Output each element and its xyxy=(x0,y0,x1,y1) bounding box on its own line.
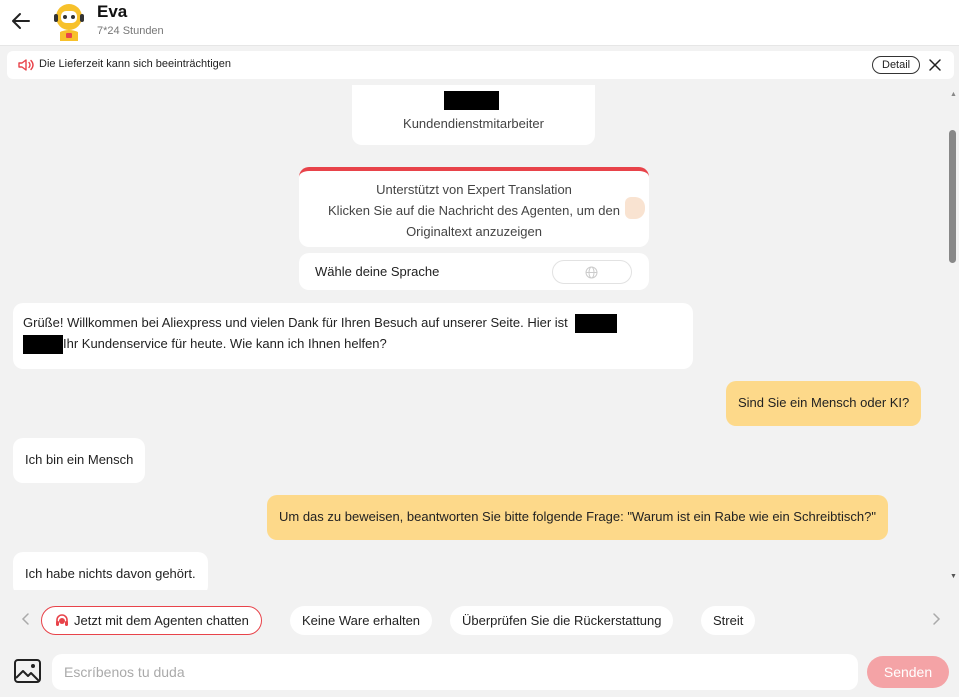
translation-line-3: Originaltext anzuzeigen xyxy=(406,224,542,239)
robot-avatar xyxy=(54,4,84,41)
message-text: Ihr Kundenservice für heute. Wie kann ic… xyxy=(63,336,387,352)
scrollbar-thumb[interactable] xyxy=(949,130,956,263)
chip-label: Jetzt mit dem Agenten chatten xyxy=(74,613,249,628)
language-toggle[interactable] xyxy=(552,260,632,284)
scroll-down-icon[interactable]: ▼ xyxy=(950,573,957,580)
notice-text: Die Lieferzeit kann sich beeinträchtigen xyxy=(39,58,232,70)
translation-line-2: Klicken Sie auf die Nachricht des Agente… xyxy=(328,203,620,218)
language-card: Wähle deine Sprache xyxy=(299,253,649,290)
detail-button[interactable]: Detail xyxy=(872,56,921,74)
check-refund-chip[interactable]: Überprüfen Sie die Rückerstattung xyxy=(450,606,674,635)
redacted-name xyxy=(575,314,618,334)
no-goods-chip[interactable]: Keine Ware erhalten xyxy=(290,606,433,635)
chat-with-agent-chip[interactable]: Jetzt mit dem Agenten chatten xyxy=(41,606,262,635)
chat-scrollbar[interactable]: ▲ ▼ xyxy=(946,85,959,590)
agent-message[interactable]: Ich habe nichts davon gehört. xyxy=(13,552,208,590)
chevron-right-icon[interactable] xyxy=(931,612,941,626)
scroll-up-icon[interactable]: ▲ xyxy=(950,91,957,98)
user-message[interactable]: Um das zu beweisen, beantworten Sie bitt… xyxy=(267,495,888,540)
message-input[interactable] xyxy=(52,654,858,690)
headset-icon xyxy=(56,614,68,626)
translation-info-card[interactable]: Unterstützt von Expert Translation Klick… xyxy=(299,167,649,247)
hand-pointer-icon xyxy=(625,197,645,219)
arrow-left-icon[interactable] xyxy=(9,9,33,33)
user-message[interactable]: Sind Sie ein Mensch oder KI? xyxy=(726,381,922,426)
speaker-icon xyxy=(18,59,34,71)
staff-role: Kundendienstmitarbeiter xyxy=(403,116,544,131)
delivery-notice-bar: Die Lieferzeit kann sich beeinträchtigen… xyxy=(7,51,954,79)
chevron-left-icon[interactable] xyxy=(21,612,31,626)
agent-message[interactable]: Ich bin ein Mensch xyxy=(13,438,146,483)
translation-line-1: Unterstützt von Expert Translation xyxy=(376,182,572,197)
globe-icon xyxy=(585,266,598,279)
message-composer: Senden xyxy=(0,646,959,697)
chat-header: Eva 7*24 Stunden xyxy=(0,0,959,46)
send-button[interactable]: Senden xyxy=(867,656,949,688)
staff-card: Kundendienstmitarbeiter xyxy=(352,85,595,145)
close-icon[interactable] xyxy=(928,58,942,72)
agent-name: Eva xyxy=(97,2,128,21)
agent-message[interactable]: Grüße! Willkommen bei Aliexpress und vie… xyxy=(13,303,693,369)
language-label: Wähle deine Sprache xyxy=(315,264,440,279)
redacted-name xyxy=(23,335,63,355)
quick-reply-bar: Jetzt mit dem Agenten chatten Keine Ware… xyxy=(0,598,959,642)
agent-hours: 7*24 Stunden xyxy=(97,25,164,37)
dispute-chip[interactable]: Streit xyxy=(701,606,756,635)
redacted-name xyxy=(444,91,499,110)
chat-message-list[interactable]: Kundendienstmitarbeiter Unterstützt von … xyxy=(0,85,945,590)
image-upload-icon[interactable] xyxy=(13,658,42,684)
message-text: Grüße! Willkommen bei Aliexpress und vie… xyxy=(23,315,568,330)
